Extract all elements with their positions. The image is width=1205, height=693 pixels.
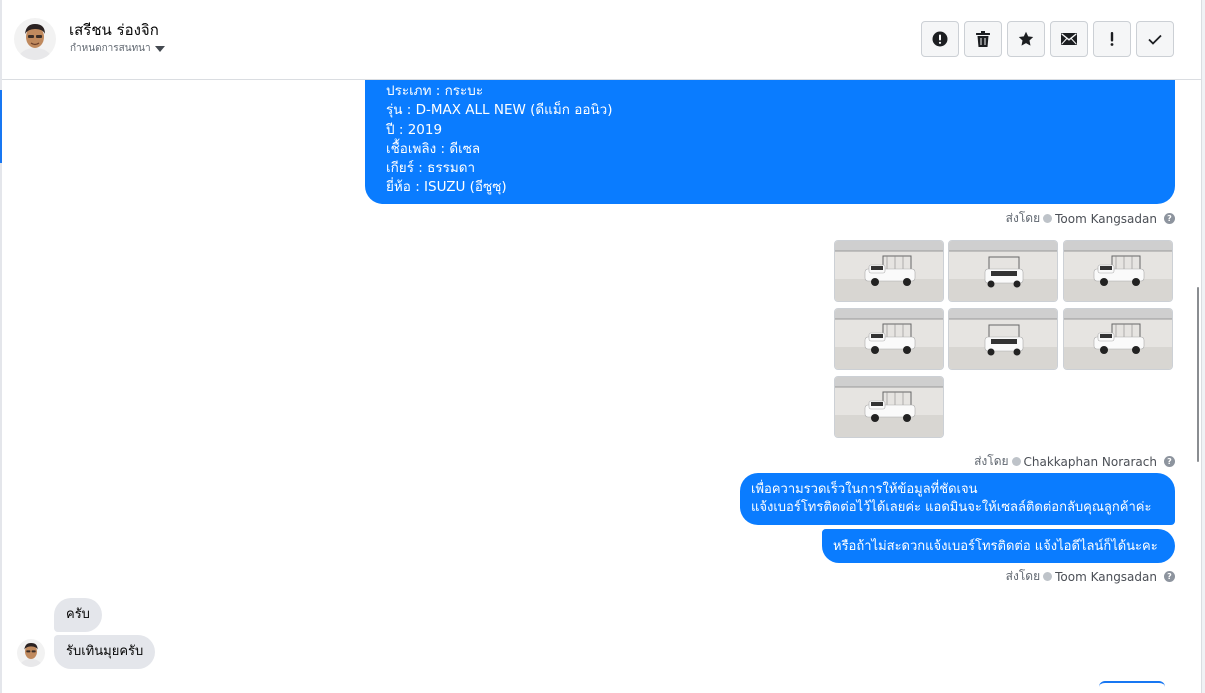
verified-icon: [1043, 214, 1053, 223]
mark-unread-button[interactable]: [1050, 21, 1088, 57]
sent-by-label: ส่งโดย Toom Kangsadan ?: [1006, 209, 1175, 228]
left-accent-bar: [0, 90, 2, 163]
spam-button[interactable]: [921, 21, 959, 57]
alert-circle-icon: [932, 31, 948, 47]
message-line: หรือถ้าไม่สะดวกแจ้งเบอร์โทรติดต่อ แจ้งไอ…: [833, 539, 1158, 554]
car-photo-thumbnail[interactable]: [948, 308, 1058, 370]
car-photo-thumbnail[interactable]: [948, 240, 1058, 302]
spec-line: เกียร์ : ธรรมดา: [386, 160, 476, 177]
verified-icon: [1043, 572, 1053, 581]
sender-name: Toom Kangsadan: [1055, 569, 1157, 584]
help-icon[interactable]: ?: [1164, 213, 1175, 224]
conversation-header: เสรีชน ร่องจิก กำหนดการสนทนา: [2, 0, 1201, 80]
incoming-message[interactable]: รับเทินมุยครับ: [54, 635, 156, 669]
follow-up-button[interactable]: [1093, 21, 1131, 57]
outgoing-message[interactable]: หรือถ้าไม่สะดวกแจ้งเบอร์โทรติดต่อ แจ้งไอ…: [822, 529, 1175, 563]
spec-line: รุ่น : D-MAX ALL NEW (ดีแม็ก ออนิว): [386, 102, 613, 119]
action-toolbar: [921, 21, 1174, 57]
check-icon: [1148, 34, 1162, 45]
scrollbar-thumb[interactable]: [1197, 287, 1199, 462]
car-photo-thumbnail[interactable]: [834, 308, 944, 370]
star-button[interactable]: [1007, 21, 1045, 57]
sent-by-label: ส่งโดย Toom Kangsadan ?: [1006, 567, 1175, 586]
spec-line: เชื้อเพลิง : ดีเซล: [386, 140, 481, 157]
contact-avatar[interactable]: [14, 18, 56, 60]
envelope-icon: [1061, 33, 1077, 45]
help-icon[interactable]: ?: [1164, 456, 1175, 467]
caret-down-icon: [154, 45, 165, 52]
sender-name: Toom Kangsadan: [1055, 211, 1157, 226]
delete-button[interactable]: [964, 21, 1002, 57]
spec-line: ประเภท : กระบะ: [386, 83, 484, 99]
status-label: กำหนดการสนทนา: [70, 43, 151, 54]
verified-icon: [1011, 457, 1021, 466]
sender-name: Chakkaphan Norarach: [1023, 454, 1157, 469]
trash-icon: [976, 31, 990, 47]
spec-line: ยี่ห้อ : ISUZU (อีซูซุ): [386, 179, 507, 196]
mark-done-button[interactable]: [1136, 21, 1174, 57]
incoming-message[interactable]: ครับ: [54, 598, 102, 632]
car-photo-thumbnail[interactable]: [1063, 240, 1173, 302]
exclamation-icon: [1110, 32, 1114, 46]
partial-action-button[interactable]: [1099, 681, 1165, 693]
conversation-status-dropdown[interactable]: กำหนดการสนทนา: [70, 41, 165, 56]
contact-name: เสรีชน ร่องจิก: [69, 21, 159, 39]
sender-avatar[interactable]: [17, 639, 45, 667]
scrollbar-track[interactable]: [1201, 0, 1205, 693]
car-photo-thumbnail[interactable]: [1063, 308, 1173, 370]
car-photo-thumbnail[interactable]: [834, 376, 944, 438]
message-line: แจ้งเบอร์โทรติดต่อไว้ได้เลยค่ะ แอดมินจะใ…: [751, 500, 1152, 515]
message-line: เพื่อความรวดเร็วในการให้ข้อมูลที่ชัดเจน: [751, 482, 978, 497]
star-icon: [1018, 31, 1034, 46]
spec-line: ปี : 2019: [386, 121, 443, 138]
car-photo-thumbnail[interactable]: [834, 240, 944, 302]
outgoing-message-specs[interactable]: ประเภท : กระบะ รุ่น : D-MAX ALL NEW (ดีแ…: [365, 80, 1175, 204]
help-icon[interactable]: ?: [1164, 571, 1175, 582]
sent-by-label: ส่งโดย Chakkaphan Norarach ?: [974, 452, 1175, 471]
outgoing-message[interactable]: เพื่อความรวดเร็วในการให้ข้อมูลที่ชัดเจน …: [740, 473, 1175, 525]
